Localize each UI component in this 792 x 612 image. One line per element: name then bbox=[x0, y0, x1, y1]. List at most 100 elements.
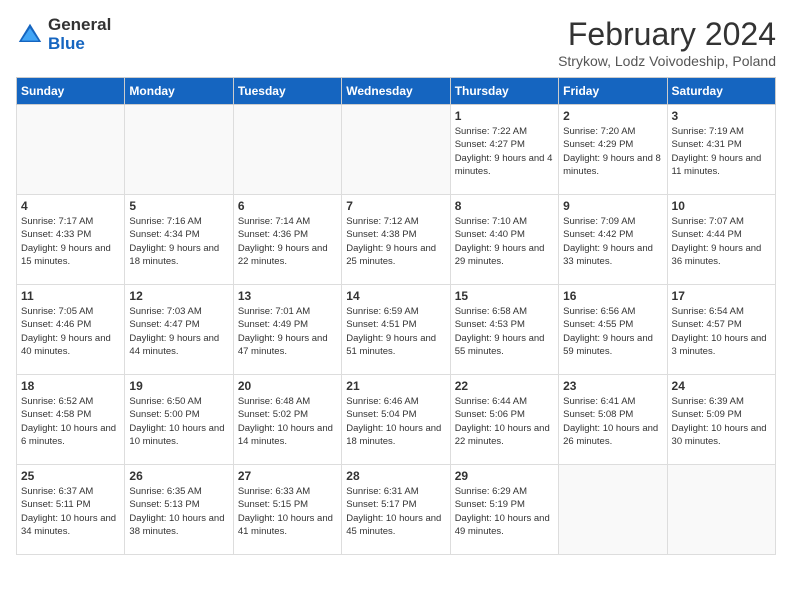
calendar-cell: 19 Sunrise: 6:50 AM Sunset: 5:00 PM Dayli… bbox=[125, 375, 233, 465]
day-info: Sunrise: 6:52 AM Sunset: 4:58 PM Dayligh… bbox=[21, 395, 120, 448]
page-header: General Blue February 2024 Strykow, Lodz… bbox=[16, 16, 776, 69]
day-number: 3 bbox=[672, 109, 771, 123]
weekday-header-wednesday: Wednesday bbox=[342, 78, 450, 105]
day-info: Sunrise: 6:39 AM Sunset: 5:09 PM Dayligh… bbox=[672, 395, 771, 448]
calendar-cell bbox=[559, 465, 667, 555]
calendar-cell: 7 Sunrise: 7:12 AM Sunset: 4:38 PM Daylig… bbox=[342, 195, 450, 285]
calendar-cell bbox=[17, 105, 125, 195]
month-year-title: February 2024 bbox=[558, 16, 776, 53]
calendar-cell: 23 Sunrise: 6:41 AM Sunset: 5:08 PM Dayli… bbox=[559, 375, 667, 465]
weekday-header-saturday: Saturday bbox=[667, 78, 775, 105]
day-info: Sunrise: 6:59 AM Sunset: 4:51 PM Dayligh… bbox=[346, 305, 445, 358]
calendar-cell: 11Sunrise: 7:05 AM Sunset: 4:46 PM Dayli… bbox=[17, 285, 125, 375]
calendar-week-row: 1Sunrise: 7:22 AM Sunset: 4:27 PM Daylig… bbox=[17, 105, 776, 195]
day-number: 16 bbox=[563, 289, 662, 303]
day-number: 14 bbox=[346, 289, 445, 303]
day-number: 10 bbox=[672, 199, 771, 213]
day-info: Sunrise: 6:58 AM Sunset: 4:53 PM Dayligh… bbox=[455, 305, 554, 358]
logo: General Blue bbox=[16, 16, 111, 53]
calendar-cell: 24 Sunrise: 6:39 AM Sunset: 5:09 PM Dayli… bbox=[667, 375, 775, 465]
logo-icon bbox=[16, 21, 44, 49]
title-section: February 2024 Strykow, Lodz Voivodeship,… bbox=[558, 16, 776, 69]
day-info: Sunrise: 6:37 AM Sunset: 5:11 PM Dayligh… bbox=[21, 485, 120, 538]
day-info: Sunrise: 6:56 AM Sunset: 4:55 PM Dayligh… bbox=[563, 305, 662, 358]
calendar-cell bbox=[667, 465, 775, 555]
day-number: 23 bbox=[563, 379, 662, 393]
calendar-week-row: 11Sunrise: 7:05 AM Sunset: 4:46 PM Dayli… bbox=[17, 285, 776, 375]
day-info: Sunrise: 7:10 AM Sunset: 4:40 PM Dayligh… bbox=[455, 215, 554, 268]
day-info: Sunrise: 7:03 AM Sunset: 4:47 PM Dayligh… bbox=[129, 305, 228, 358]
day-info: Sunrise: 6:54 AM Sunset: 4:57 PM Dayligh… bbox=[672, 305, 771, 358]
day-number: 20 bbox=[238, 379, 337, 393]
day-number: 19 bbox=[129, 379, 228, 393]
calendar-cell: 5Sunrise: 7:16 AM Sunset: 4:34 PM Daylig… bbox=[125, 195, 233, 285]
day-info: Sunrise: 6:50 AM Sunset: 5:00 PM Dayligh… bbox=[129, 395, 228, 448]
calendar-week-row: 4 Sunrise: 7:17 AM Sunset: 4:33 PM Daylig… bbox=[17, 195, 776, 285]
day-info: Sunrise: 7:07 AM Sunset: 4:44 PM Dayligh… bbox=[672, 215, 771, 268]
day-number: 11 bbox=[21, 289, 120, 303]
calendar-week-row: 18 Sunrise: 6:52 AM Sunset: 4:58 PM Dayli… bbox=[17, 375, 776, 465]
day-number: 8 bbox=[455, 199, 554, 213]
day-number: 18 bbox=[21, 379, 120, 393]
calendar-cell bbox=[233, 105, 341, 195]
day-number: 25 bbox=[21, 469, 120, 483]
weekday-header-sunday: Sunday bbox=[17, 78, 125, 105]
calendar-cell: 15Sunrise: 6:58 AM Sunset: 4:53 PM Dayli… bbox=[450, 285, 558, 375]
calendar-cell: 10 Sunrise: 7:07 AM Sunset: 4:44 PM Dayli… bbox=[667, 195, 775, 285]
day-info: Sunrise: 7:17 AM Sunset: 4:33 PM Dayligh… bbox=[21, 215, 120, 268]
day-number: 17 bbox=[672, 289, 771, 303]
weekday-header-thursday: Thursday bbox=[450, 78, 558, 105]
calendar-cell: 9Sunrise: 7:09 AM Sunset: 4:42 PM Daylig… bbox=[559, 195, 667, 285]
weekday-header-friday: Friday bbox=[559, 78, 667, 105]
calendar-cell: 2Sunrise: 7:20 AM Sunset: 4:29 PM Daylig… bbox=[559, 105, 667, 195]
day-number: 9 bbox=[563, 199, 662, 213]
day-info: Sunrise: 6:35 AM Sunset: 5:13 PM Dayligh… bbox=[129, 485, 228, 538]
calendar-cell: 25 Sunrise: 6:37 AM Sunset: 5:11 PM Dayli… bbox=[17, 465, 125, 555]
calendar-cell: 29 Sunrise: 6:29 AM Sunset: 5:19 PM Dayli… bbox=[450, 465, 558, 555]
calendar-cell: 1Sunrise: 7:22 AM Sunset: 4:27 PM Daylig… bbox=[450, 105, 558, 195]
weekday-header-monday: Monday bbox=[125, 78, 233, 105]
weekday-header-row: SundayMondayTuesdayWednesdayThursdayFrid… bbox=[17, 78, 776, 105]
day-number: 5 bbox=[129, 199, 228, 213]
day-number: 12 bbox=[129, 289, 228, 303]
day-number: 7 bbox=[346, 199, 445, 213]
logo-general: General bbox=[48, 16, 111, 35]
day-info: Sunrise: 6:29 AM Sunset: 5:19 PM Dayligh… bbox=[455, 485, 554, 538]
calendar-cell: 21 Sunrise: 6:46 AM Sunset: 5:04 PM Dayli… bbox=[342, 375, 450, 465]
day-info: Sunrise: 7:20 AM Sunset: 4:29 PM Dayligh… bbox=[563, 125, 662, 178]
day-info: Sunrise: 7:12 AM Sunset: 4:38 PM Dayligh… bbox=[346, 215, 445, 268]
day-number: 4 bbox=[21, 199, 120, 213]
weekday-header-tuesday: Tuesday bbox=[233, 78, 341, 105]
day-number: 24 bbox=[672, 379, 771, 393]
calendar-cell: 22 Sunrise: 6:44 AM Sunset: 5:06 PM Dayli… bbox=[450, 375, 558, 465]
calendar-cell: 6 Sunrise: 7:14 AM Sunset: 4:36 PM Daylig… bbox=[233, 195, 341, 285]
day-info: Sunrise: 6:46 AM Sunset: 5:04 PM Dayligh… bbox=[346, 395, 445, 448]
day-info: Sunrise: 7:22 AM Sunset: 4:27 PM Dayligh… bbox=[455, 125, 554, 178]
day-info: Sunrise: 7:01 AM Sunset: 4:49 PM Dayligh… bbox=[238, 305, 337, 358]
day-number: 22 bbox=[455, 379, 554, 393]
calendar-table: SundayMondayTuesdayWednesdayThursdayFrid… bbox=[16, 77, 776, 555]
calendar-cell: 8 Sunrise: 7:10 AM Sunset: 4:40 PM Daylig… bbox=[450, 195, 558, 285]
calendar-cell bbox=[125, 105, 233, 195]
calendar-cell: 14 Sunrise: 6:59 AM Sunset: 4:51 PM Dayli… bbox=[342, 285, 450, 375]
calendar-cell: 3Sunrise: 7:19 AM Sunset: 4:31 PM Daylig… bbox=[667, 105, 775, 195]
day-number: 21 bbox=[346, 379, 445, 393]
location-subtitle: Strykow, Lodz Voivodeship, Poland bbox=[558, 53, 776, 69]
day-info: Sunrise: 7:14 AM Sunset: 4:36 PM Dayligh… bbox=[238, 215, 337, 268]
calendar-cell: 16 Sunrise: 6:56 AM Sunset: 4:55 PM Dayli… bbox=[559, 285, 667, 375]
calendar-cell: 18 Sunrise: 6:52 AM Sunset: 4:58 PM Dayli… bbox=[17, 375, 125, 465]
day-info: Sunrise: 6:31 AM Sunset: 5:17 PM Dayligh… bbox=[346, 485, 445, 538]
calendar-cell: 27Sunrise: 6:33 AM Sunset: 5:15 PM Dayli… bbox=[233, 465, 341, 555]
day-number: 29 bbox=[455, 469, 554, 483]
calendar-cell: 4 Sunrise: 7:17 AM Sunset: 4:33 PM Daylig… bbox=[17, 195, 125, 285]
day-info: Sunrise: 6:41 AM Sunset: 5:08 PM Dayligh… bbox=[563, 395, 662, 448]
day-info: Sunrise: 6:44 AM Sunset: 5:06 PM Dayligh… bbox=[455, 395, 554, 448]
day-info: Sunrise: 6:33 AM Sunset: 5:15 PM Dayligh… bbox=[238, 485, 337, 538]
day-number: 6 bbox=[238, 199, 337, 213]
calendar-cell bbox=[342, 105, 450, 195]
calendar-cell: 28 Sunrise: 6:31 AM Sunset: 5:17 PM Dayli… bbox=[342, 465, 450, 555]
logo-blue: Blue bbox=[48, 35, 111, 54]
calendar-cell: 17 Sunrise: 6:54 AM Sunset: 4:57 PM Dayli… bbox=[667, 285, 775, 375]
day-number: 13 bbox=[238, 289, 337, 303]
day-number: 28 bbox=[346, 469, 445, 483]
